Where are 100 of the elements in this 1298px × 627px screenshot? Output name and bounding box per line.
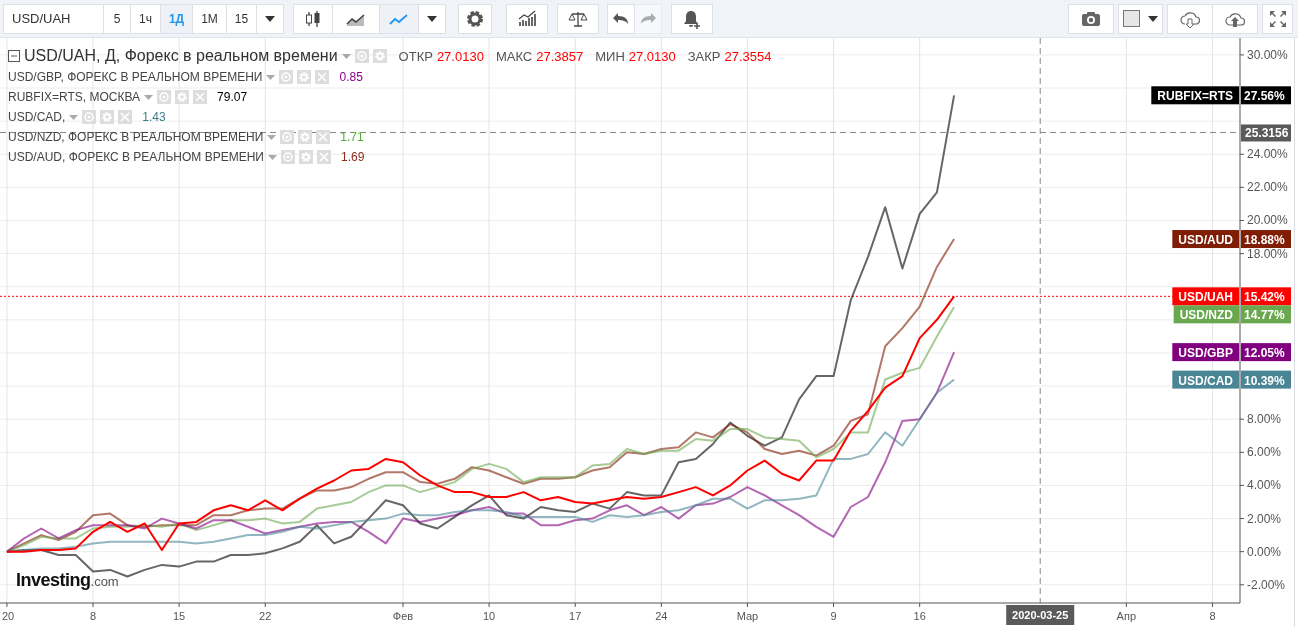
settings-icon (465, 8, 486, 29)
dropdown-button[interactable] (256, 3, 285, 34)
axis-label: 16 (913, 610, 926, 622)
series-name-tag: USD/AUD (1172, 230, 1239, 249)
series-name-tag: USD/CAD (1172, 370, 1239, 389)
close-icon[interactable] (317, 150, 331, 164)
legend-series-name: USD/AUD, ФОРЕКС В РЕАЛЬНОМ ВРЕМЕНИ (8, 150, 264, 164)
legend-label: RUBFIX=RTS (1157, 89, 1233, 104)
symbol-field[interactable]: USD/UAH (3, 3, 104, 34)
chart-type-button[interactable] (293, 3, 334, 34)
eye-icon[interactable] (82, 110, 97, 124)
caret-icon[interactable] (144, 94, 154, 100)
eye-icon[interactable] (280, 130, 295, 144)
axis-label: 17 (569, 610, 582, 622)
value-tag: 18.88% (1241, 230, 1291, 249)
gear-icon[interactable] (372, 49, 387, 63)
close-icon[interactable] (118, 110, 133, 124)
axis-label: 0.00% (1247, 544, 1282, 559)
legend-label: USD/GBP (1178, 346, 1233, 361)
toolbar-button[interactable] (607, 3, 636, 34)
toolbar-button[interactable] (1212, 3, 1258, 34)
logo-suffix: .com (90, 574, 119, 589)
value-tag: 10.39% (1241, 370, 1291, 389)
value-tag: 14.77% (1241, 305, 1291, 324)
axis-label: 8 (1209, 610, 1216, 622)
toolbar-button[interactable] (557, 3, 600, 34)
gear-icon[interactable] (298, 130, 313, 144)
axis-label: Мар (736, 610, 759, 622)
axis-label: 20.00% (1247, 213, 1288, 228)
series-name-tag: USD/UAH (1172, 287, 1239, 306)
axis-label: 20 (1, 610, 15, 622)
axis-label: 30.00% (1247, 47, 1288, 62)
legend-label: USD/UAH (1178, 290, 1233, 305)
fullscreen-icon (1267, 8, 1288, 29)
caret-icon (1148, 15, 1158, 22)
close-icon[interactable] (315, 70, 330, 84)
interval-button[interactable]: 1М (192, 3, 227, 34)
stat-value: 27.3554 (724, 48, 772, 64)
close-icon[interactable] (193, 90, 208, 104)
stat-label: ОТКР (398, 48, 433, 64)
axis-label: 22 (259, 610, 272, 622)
eye-icon[interactable] (354, 49, 369, 63)
close-icon[interactable] (316, 130, 331, 144)
axis-label: Апр (1116, 610, 1137, 622)
toolbar-button[interactable] (458, 3, 493, 34)
axis-label: 2.00% (1247, 511, 1282, 526)
legend-label: USD/AUD (1178, 233, 1234, 248)
logo-text: Investing (16, 570, 91, 591)
gear-icon[interactable] (299, 150, 313, 164)
stat-label: ЗАКР (687, 48, 721, 64)
caret-icon[interactable] (266, 74, 276, 80)
toolbar-button[interactable] (506, 3, 549, 34)
stat-value: 27.0130 (436, 48, 484, 64)
interval-button[interactable]: 5 (103, 3, 131, 34)
interval-button[interactable]: 15 (225, 3, 258, 34)
value-tag: 27.56% (1241, 86, 1291, 105)
dropdown-button[interactable] (418, 3, 447, 34)
caret-icon[interactable] (69, 114, 79, 120)
legend-value: 1.71 (340, 130, 364, 144)
legend-series-name: USD/CAD, (8, 110, 66, 124)
toolbar-button[interactable] (671, 3, 714, 34)
series-name-tag: USD/NZD (1173, 305, 1239, 324)
caret-icon[interactable] (267, 134, 277, 140)
toolbar-button[interactable] (1262, 3, 1293, 34)
interval-button[interactable]: 1ч (130, 3, 161, 34)
axis-label: 4.00% (1247, 478, 1282, 493)
crosshair-price-label: 25.3156 (1241, 124, 1291, 142)
stat-label: МАКС (495, 48, 533, 64)
eye-icon[interactable] (279, 70, 294, 84)
series-name-tag: USD/GBP (1172, 343, 1239, 362)
eye-icon[interactable] (281, 150, 295, 164)
axis-label: 18.00% (1247, 246, 1288, 261)
ref-line-label: 25.3156 (1245, 126, 1289, 141)
eye-icon[interactable] (157, 90, 172, 104)
gear-icon[interactable] (297, 70, 312, 84)
value-tag: 15.42% (1241, 287, 1291, 306)
caret-icon[interactable] (341, 53, 351, 59)
toolbar-button[interactable] (1118, 3, 1163, 34)
axis-label: 10 (483, 610, 496, 622)
toolbar-button[interactable] (1167, 3, 1213, 34)
axis-label: -2.00% (1247, 577, 1286, 592)
axis-label: 24 (655, 610, 668, 622)
legend-title: USD/UAH, Д, Форекс в реальном времени (24, 47, 338, 65)
legend-value: 1.43 (142, 110, 166, 124)
gear-icon[interactable] (175, 90, 190, 104)
legend-series-name: USD/NZD, ФОРЕКС В РЕАЛЬНОМ ВРЕМЕНИ (8, 130, 264, 144)
legend-label: USD/NZD (1179, 308, 1234, 323)
color-swatch (1123, 10, 1140, 27)
caret-icon[interactable] (268, 154, 277, 160)
legend-series-name: RUBFIX=RTS, МОСКВА (8, 90, 141, 104)
toolbar-button[interactable] (1068, 3, 1114, 34)
axis-label: 8.00% (1247, 412, 1282, 427)
gear-icon[interactable] (100, 110, 115, 124)
collapse-icon[interactable] (8, 50, 20, 62)
axis-label: 24.00% (1247, 147, 1288, 162)
value-tag: 12.05% (1241, 343, 1291, 362)
axis-label: 8 (89, 610, 97, 622)
stat-label: МИН (595, 48, 625, 64)
axis-label: 22.00% (1247, 180, 1288, 195)
legend-value: 79.07 (217, 90, 248, 104)
